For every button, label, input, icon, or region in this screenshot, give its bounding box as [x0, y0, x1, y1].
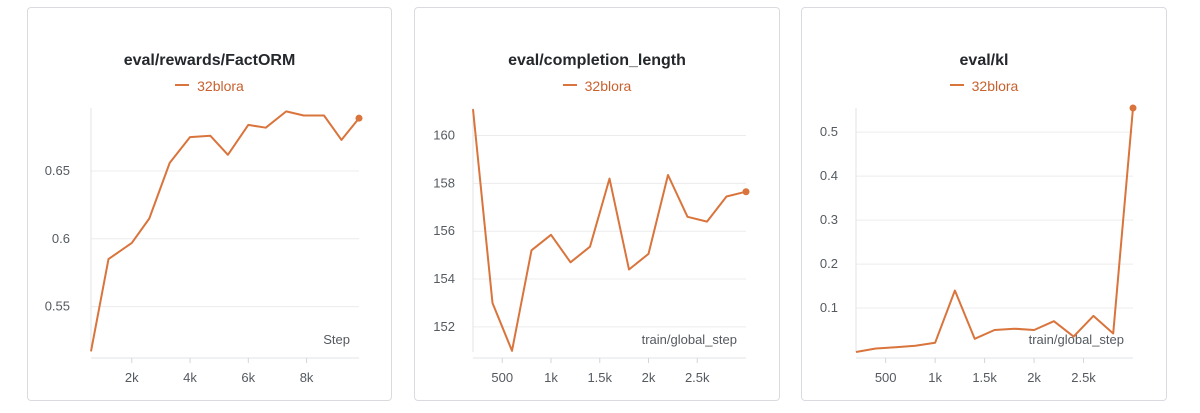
- y-tick-label: 0.55: [45, 299, 70, 314]
- x-tick-label: 2k: [125, 370, 139, 385]
- x-tick-label: 500: [491, 370, 513, 385]
- y-tick-label: 0.2: [820, 256, 838, 271]
- chart-panel-kl: eval/kl 32blora 0.1 0.2 0.3 0.4 0.5 500 1k 1.5k…: [801, 7, 1167, 401]
- y-tick-label: 0.3: [820, 212, 838, 227]
- series-line: [90, 110, 360, 352]
- y-tick-label: 0.65: [45, 163, 70, 178]
- x-axis-label: train/global_step: [642, 332, 737, 347]
- series-endpoint-marker: [355, 114, 363, 122]
- x-tick-label: 2k: [642, 370, 656, 385]
- x-tick-label: 2.5k: [685, 370, 710, 385]
- chart-plot: 152 154 156 158 160 500 1k 1.5k 2k 2.5k train/glob…: [433, 108, 750, 385]
- chart-plot: 0.10.20.30.40.5500 1k 1.5k 2k 2.5ktrain/glob…: [820, 104, 1137, 385]
- x-tick-label: 1.5k: [972, 370, 997, 385]
- x-tick-label: 2k: [1027, 370, 1041, 385]
- series-line: [472, 109, 747, 352]
- x-tick-label: 4k: [183, 370, 197, 385]
- y-tick-label: 152: [433, 319, 455, 334]
- y-tick-label: 0.4: [820, 168, 838, 183]
- x-tick-label: 2.5k: [1071, 370, 1096, 385]
- y-tick-label: 158: [433, 175, 455, 190]
- series-endpoint-marker: [1129, 104, 1137, 112]
- series-endpoint-marker: [742, 188, 750, 196]
- y-tick-label: 156: [433, 223, 455, 238]
- y-tick-label: 0.5: [820, 124, 838, 139]
- x-tick-label: 1k: [928, 370, 942, 385]
- x-tick-label: 6k: [241, 370, 255, 385]
- y-tick-label: 0.1: [820, 300, 838, 315]
- x-tick-label: 1k: [544, 370, 558, 385]
- y-tick-label: 160: [433, 128, 455, 143]
- x-tick-label: 1.5k: [587, 370, 612, 385]
- chart-panel-completion-length: eval/completion_length 32blora 152 154 156…: [414, 7, 780, 401]
- x-tick-label: 500: [875, 370, 897, 385]
- series-line: [855, 107, 1134, 353]
- y-tick-label: 154: [433, 271, 455, 286]
- y-tick-label: 0.6: [52, 231, 70, 246]
- chart-panel-factorm: eval/rewards/FactORM 32blora 0.55 0.6 0.65…: [27, 7, 392, 401]
- x-axis-label: Step: [323, 332, 350, 347]
- chart-plot: 0.55 0.6 0.65 2k 4k 6k 8k Step: [45, 108, 363, 385]
- x-tick-label: 8k: [300, 370, 314, 385]
